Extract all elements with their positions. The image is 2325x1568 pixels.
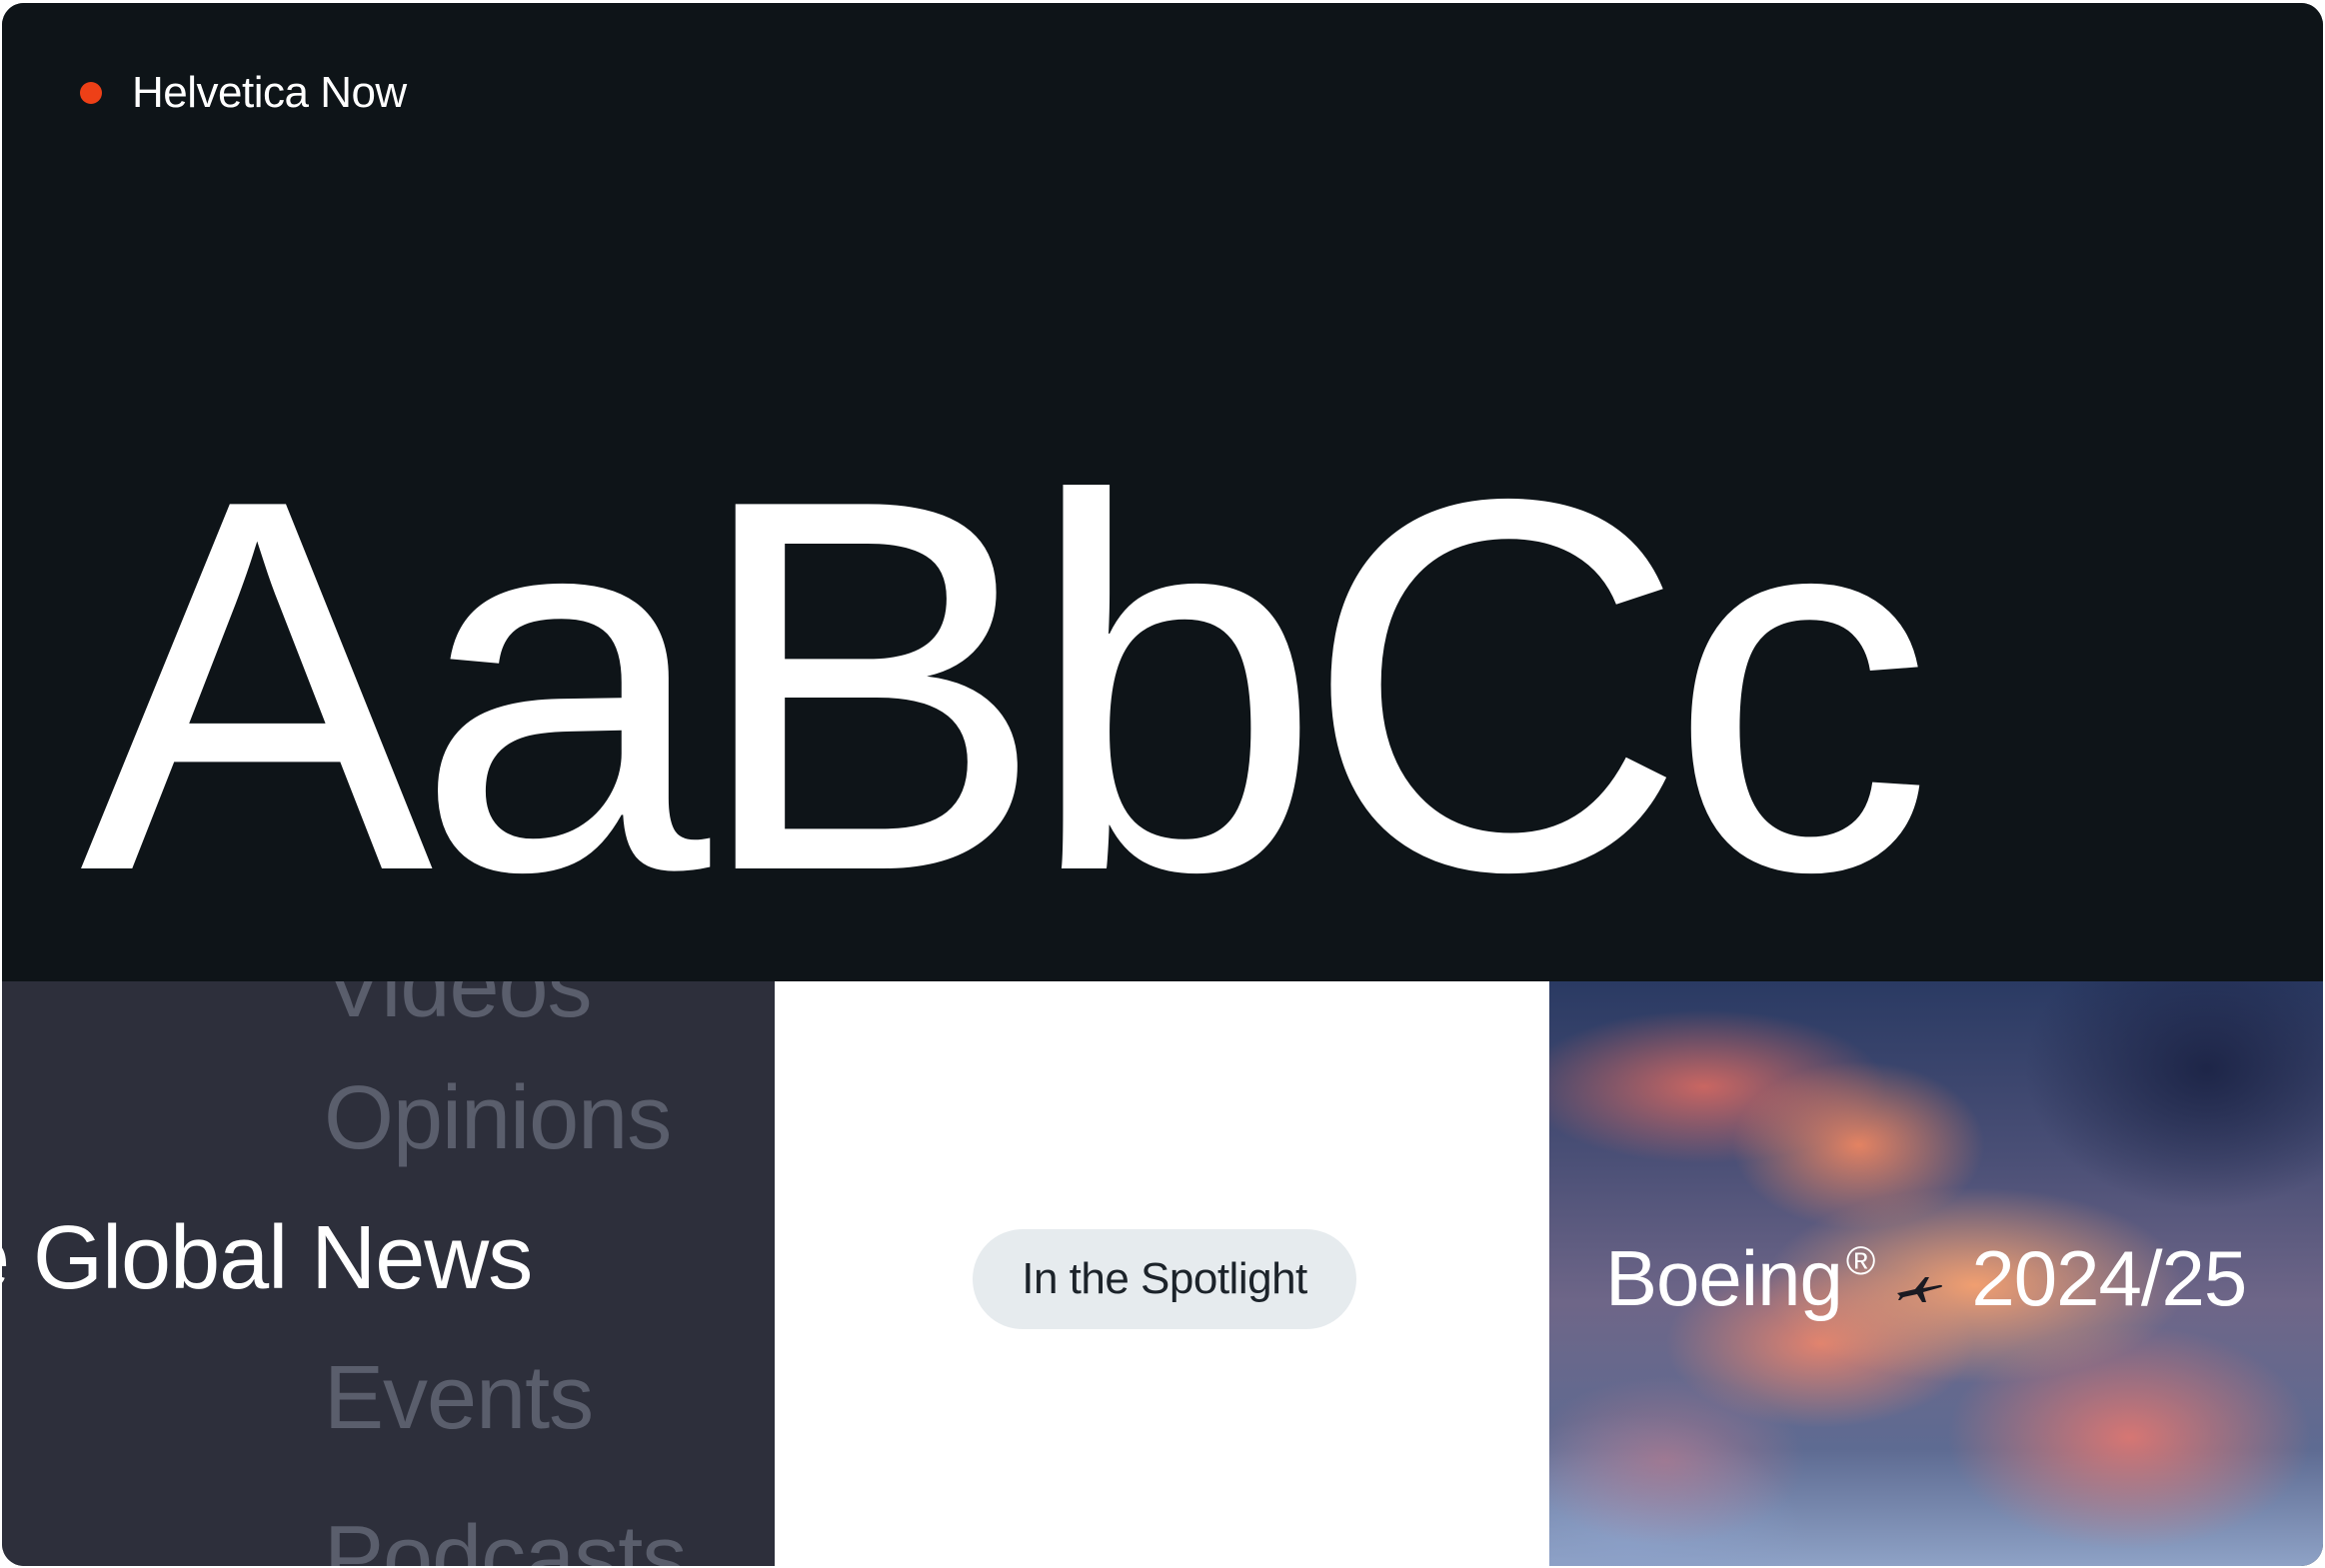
nav-panel: Videos Opinions e Global News Events Pod… xyxy=(2,981,775,1566)
sky-photo-panel: Boeing ® 2024/25 xyxy=(1549,981,2323,1566)
brand[interactable]: Helvetica Now xyxy=(80,71,407,115)
brand-name: Helvetica Now xyxy=(132,68,407,117)
hero-section: Helvetica Now AaBbCc xyxy=(2,3,2323,981)
nav-item-videos[interactable]: Videos xyxy=(324,981,593,1031)
caption-brand: Boeing xyxy=(1605,1234,1843,1322)
registered-mark: ® xyxy=(1845,1239,1876,1283)
caption-year: 2024/25 xyxy=(1971,1234,2247,1322)
airplane-icon xyxy=(1897,1277,1943,1302)
nav-list: Videos Opinions e Global News Events Pod… xyxy=(2,981,775,1566)
nav-item-podcasts[interactable]: Podcasts xyxy=(324,1513,687,1566)
brand-dot-icon xyxy=(80,82,102,104)
spotlight-panel: In the Spotlight xyxy=(775,981,1549,1566)
nav-item-events[interactable]: Events xyxy=(324,1353,594,1443)
app-frame: Helvetica Now AaBbCc Videos Opinions e G… xyxy=(2,3,2323,1566)
type-specimen: AaBbCc xyxy=(80,390,1933,981)
nav-item-opinions[interactable]: Opinions xyxy=(324,1073,672,1163)
photo-caption: Boeing ® 2024/25 xyxy=(1605,1234,2247,1322)
spotlight-pill[interactable]: In the Spotlight xyxy=(973,1229,1356,1329)
nav-item-global-news[interactable]: e Global News xyxy=(2,1213,533,1303)
